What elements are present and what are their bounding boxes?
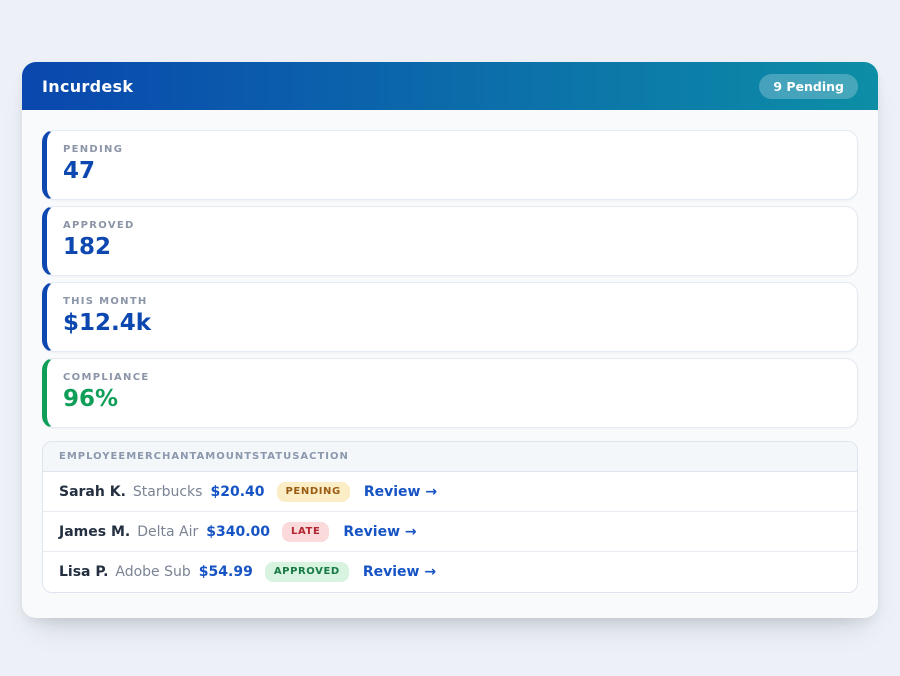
column-header-status: STATUS bbox=[252, 451, 300, 462]
column-header-amount: AMOUNT bbox=[197, 451, 253, 462]
incurdesk-card: Incurdesk 9 Pending PENDING 47 APPROVED … bbox=[22, 62, 878, 618]
app-title: Incurdesk bbox=[42, 77, 133, 96]
column-header-action: ACTION bbox=[300, 451, 349, 462]
status-badge: LATE bbox=[282, 522, 329, 542]
merchant-name: Adobe Sub bbox=[115, 564, 190, 580]
column-header-employee: EMPLOYEE bbox=[59, 451, 126, 462]
stat-value: $12.4k bbox=[63, 311, 841, 336]
expenses-table-body: Sarah K. Starbucks $20.40 PENDING Review… bbox=[43, 472, 857, 592]
employee-name: Sarah K. bbox=[59, 484, 126, 500]
expense-amount: $20.40 bbox=[210, 484, 264, 500]
stat-value: 96% bbox=[63, 387, 841, 412]
expense-row: Sarah K. Starbucks $20.40 PENDING Review… bbox=[43, 472, 857, 512]
app-body: PENDING 47 APPROVED 182 THIS MONTH $12.4… bbox=[22, 110, 878, 613]
expense-row: Lisa P. Adobe Sub $54.99 APPROVED Review… bbox=[43, 552, 857, 592]
stats-section: PENDING 47 APPROVED 182 THIS MONTH $12.4… bbox=[42, 130, 858, 428]
status-badge: PENDING bbox=[277, 482, 350, 502]
employee-name: James M. bbox=[59, 524, 130, 540]
stat-label: THIS MONTH bbox=[63, 296, 841, 307]
stat-label: APPROVED bbox=[63, 220, 841, 231]
expense-row: James M. Delta Air $340.00 LATE Review → bbox=[43, 512, 857, 552]
review-link[interactable]: Review → bbox=[343, 524, 416, 540]
review-link[interactable]: Review → bbox=[363, 564, 436, 580]
merchant-name: Delta Air bbox=[137, 524, 198, 540]
app-header: Incurdesk 9 Pending bbox=[22, 62, 878, 110]
stat-card: THIS MONTH $12.4k bbox=[42, 282, 858, 352]
stat-card: COMPLIANCE 96% bbox=[42, 358, 858, 428]
stat-value: 47 bbox=[63, 159, 841, 184]
expenses-table: EMPLOYEEMERCHANTAMOUNTSTATUSACTION Sarah… bbox=[42, 441, 858, 593]
expenses-table-header-row: EMPLOYEEMERCHANTAMOUNTSTATUSACTION bbox=[43, 442, 857, 472]
expense-amount: $340.00 bbox=[206, 524, 270, 540]
stat-label: PENDING bbox=[63, 144, 841, 155]
stat-value: 182 bbox=[63, 235, 841, 260]
stat-card: APPROVED 182 bbox=[42, 206, 858, 276]
employee-name: Lisa P. bbox=[59, 564, 108, 580]
column-header-merchant: MERCHANT bbox=[126, 451, 196, 462]
pending-count-badge: 9 Pending bbox=[759, 74, 858, 99]
merchant-name: Starbucks bbox=[133, 484, 203, 500]
review-link[interactable]: Review → bbox=[364, 484, 437, 500]
stat-card: PENDING 47 bbox=[42, 130, 858, 200]
status-badge: APPROVED bbox=[265, 562, 349, 582]
stat-label: COMPLIANCE bbox=[63, 372, 841, 383]
expense-amount: $54.99 bbox=[199, 564, 253, 580]
